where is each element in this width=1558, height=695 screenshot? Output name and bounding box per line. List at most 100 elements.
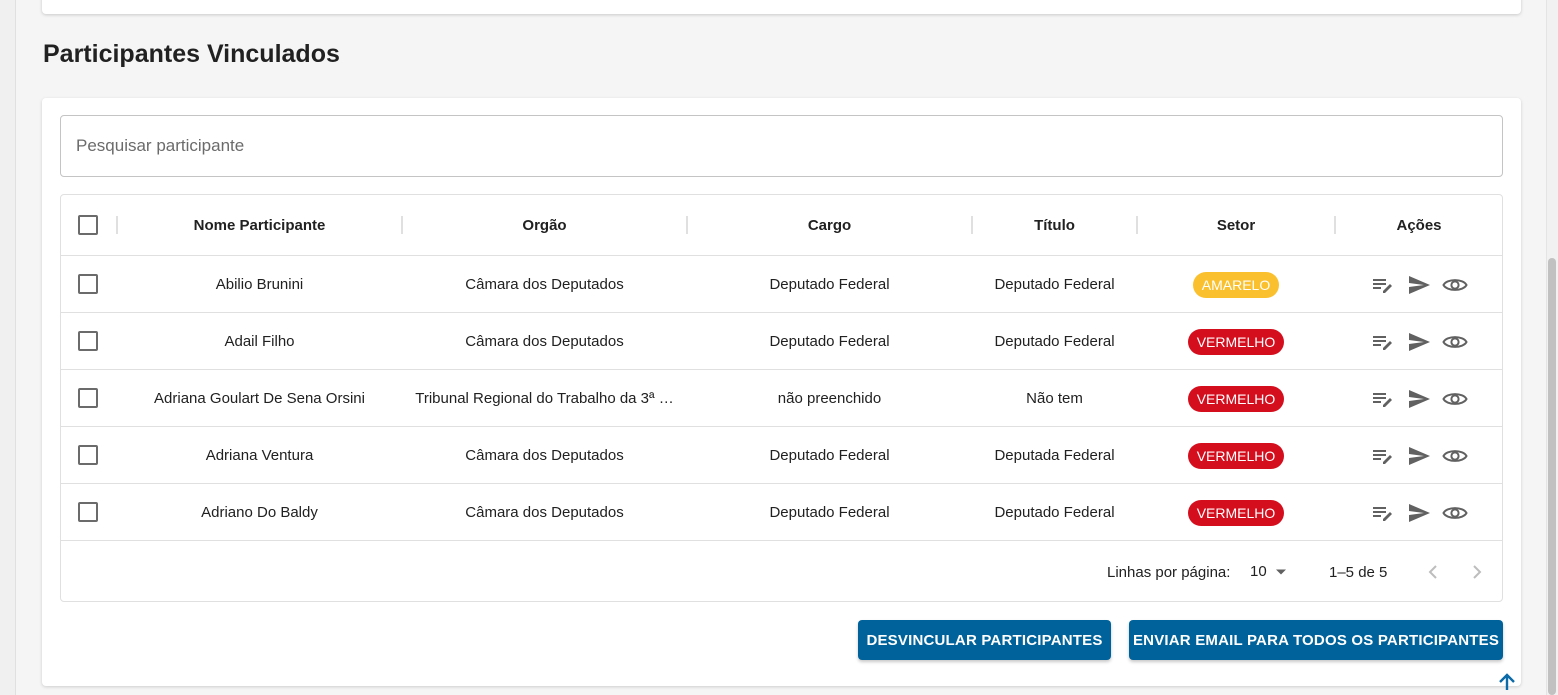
cell-nome: Adriana Ventura: [205, 447, 314, 464]
send-email-button[interactable]: [1406, 329, 1432, 355]
cell-acoes: [1336, 484, 1502, 541]
rows-per-page-select[interactable]: 10: [1250, 563, 1287, 580]
cell-setor: AMARELO: [1138, 256, 1334, 313]
view-participant-button[interactable]: [1442, 329, 1468, 355]
eye-icon: [1442, 449, 1468, 462]
participants-card: Nome Participante Orgão Cargo Título Set…: [42, 98, 1521, 686]
cell-titulo: Deputado Federal: [994, 276, 1115, 293]
edit-note-icon: [1373, 278, 1392, 293]
edit-participant-button[interactable]: [1370, 386, 1396, 412]
table-header: Nome Participante Orgão Cargo Título Set…: [61, 195, 1502, 256]
email-all-participants-button[interactable]: ENVIAR EMAIL PARA TODOS OS PARTICIPANTES: [1129, 620, 1503, 660]
search-field[interactable]: [60, 115, 1503, 177]
send-icon: [1409, 389, 1430, 408]
cell-titulo: Não tem: [1026, 390, 1083, 407]
col-header-orgao[interactable]: Orgão: [403, 195, 686, 256]
cell-setor: VERMELHO: [1138, 427, 1334, 484]
cell-acoes: [1336, 427, 1502, 484]
cell-orgao: Tribunal Regional do Trabalho da 3ª …: [415, 390, 674, 407]
cell-setor: VERMELHO: [1138, 313, 1334, 370]
setor-badge: VERMELHO: [1187, 442, 1285, 469]
row-checkbox[interactable]: [78, 331, 98, 351]
previous-page-button[interactable]: [1421, 560, 1445, 584]
table-row[interactable]: Adriano Do Baldy Câmara dos Deputados Depu…: [61, 484, 1502, 541]
col-header-setor[interactable]: Setor: [1138, 195, 1334, 256]
edit-participant-button[interactable]: [1370, 443, 1396, 469]
cell-orgao: Câmara dos Deputados: [465, 447, 624, 464]
cell-nome: Adriana Goulart De Sena Orsini: [154, 390, 365, 407]
section-title: Participantes Vinculados: [43, 40, 340, 68]
cell-acoes: [1336, 256, 1502, 313]
setor-badge: VERMELHO: [1187, 328, 1285, 355]
view-participant-button[interactable]: [1442, 443, 1468, 469]
col-header-acoes: Ações: [1396, 217, 1442, 234]
chevron-left-icon: [1428, 565, 1437, 579]
col-header-titulo[interactable]: Título: [973, 195, 1136, 256]
row-checkbox[interactable]: [78, 445, 98, 465]
col-header-nome[interactable]: Nome Participante: [118, 195, 401, 256]
setor-badge: VERMELHO: [1187, 385, 1285, 412]
search-input[interactable]: [76, 116, 1502, 176]
left-gutter: [0, 0, 16, 695]
pagination-range: 1–5 de 5: [1329, 564, 1388, 581]
cell-acoes: [1336, 313, 1502, 370]
page-scrollbar[interactable]: [1546, 0, 1558, 695]
edit-note-icon: [1373, 335, 1392, 350]
table-row[interactable]: Adail Filho Câmara dos Deputados Deputado …: [61, 313, 1502, 370]
cell-nome: Abilio Brunini: [215, 276, 304, 293]
cell-titulo: Deputado Federal: [994, 504, 1115, 521]
setor-badge: AMARELO: [1192, 271, 1280, 298]
edit-participant-button[interactable]: [1370, 500, 1396, 526]
cell-cargo: Deputado Federal: [769, 333, 890, 350]
previous-card: [42, 0, 1521, 14]
send-email-button[interactable]: [1406, 500, 1432, 526]
cell-setor: VERMELHO: [1138, 370, 1334, 427]
row-checkbox[interactable]: [78, 274, 98, 294]
cell-cargo: Deputado Federal: [769, 504, 890, 521]
cell-titulo: Deputado Federal: [994, 333, 1115, 350]
cell-orgao: Câmara dos Deputados: [465, 276, 624, 293]
row-checkbox[interactable]: [78, 388, 98, 408]
view-participant-button[interactable]: [1442, 272, 1468, 298]
cell-nome: Adail Filho: [224, 333, 295, 350]
send-email-button[interactable]: [1406, 272, 1432, 298]
caret-down-icon: [1275, 569, 1286, 574]
cell-cargo: Deputado Federal: [769, 447, 890, 464]
cell-setor: VERMELHO: [1138, 484, 1334, 541]
chevron-right-icon: [1473, 565, 1482, 579]
cell-orgao: Câmara dos Deputados: [465, 333, 624, 350]
cell-cargo: Deputado Federal: [769, 276, 890, 293]
scrollbar-thumb[interactable]: [1548, 258, 1556, 695]
edit-note-icon: [1373, 392, 1392, 407]
table-row[interactable]: Adriana Goulart De Sena Orsini Tribunal R…: [61, 370, 1502, 427]
cell-cargo: não preenchido: [777, 390, 882, 407]
col-header-cargo[interactable]: Cargo: [688, 195, 971, 256]
rows-per-page-label: Linhas por página:: [1107, 564, 1231, 581]
edit-participant-button[interactable]: [1370, 272, 1396, 298]
rows-per-page-value: 10: [1250, 563, 1267, 580]
eye-icon: [1442, 392, 1468, 405]
next-page-button[interactable]: [1465, 560, 1489, 584]
send-icon: [1409, 332, 1430, 351]
send-email-button[interactable]: [1406, 386, 1432, 412]
edit-participant-button[interactable]: [1370, 329, 1396, 355]
eye-icon: [1442, 506, 1468, 519]
eye-icon: [1442, 335, 1468, 348]
row-checkbox[interactable]: [78, 502, 98, 522]
cell-titulo: Deputada Federal: [994, 447, 1115, 464]
send-email-button[interactable]: [1406, 443, 1432, 469]
view-participant-button[interactable]: [1442, 500, 1468, 526]
send-icon: [1409, 446, 1430, 465]
edit-note-icon: [1373, 449, 1392, 464]
table-row[interactable]: Abilio Brunini Câmara dos Deputados Deputa…: [61, 256, 1502, 313]
scroll-to-top-button[interactable]: [1494, 670, 1520, 694]
view-participant-button[interactable]: [1442, 386, 1468, 412]
cell-orgao: Câmara dos Deputados: [465, 504, 624, 521]
select-all-checkbox[interactable]: [78, 215, 98, 235]
table-row[interactable]: Adriana Ventura Câmara dos Deputados Deput…: [61, 427, 1502, 484]
arrow-up-icon: [1499, 673, 1515, 690]
eye-icon: [1442, 278, 1468, 291]
edit-note-icon: [1373, 506, 1392, 521]
participants-table: Nome Participante Orgão Cargo Título Set…: [60, 194, 1503, 602]
unlink-participants-button[interactable]: DESVINCULAR PARTICIPANTES: [858, 620, 1111, 660]
